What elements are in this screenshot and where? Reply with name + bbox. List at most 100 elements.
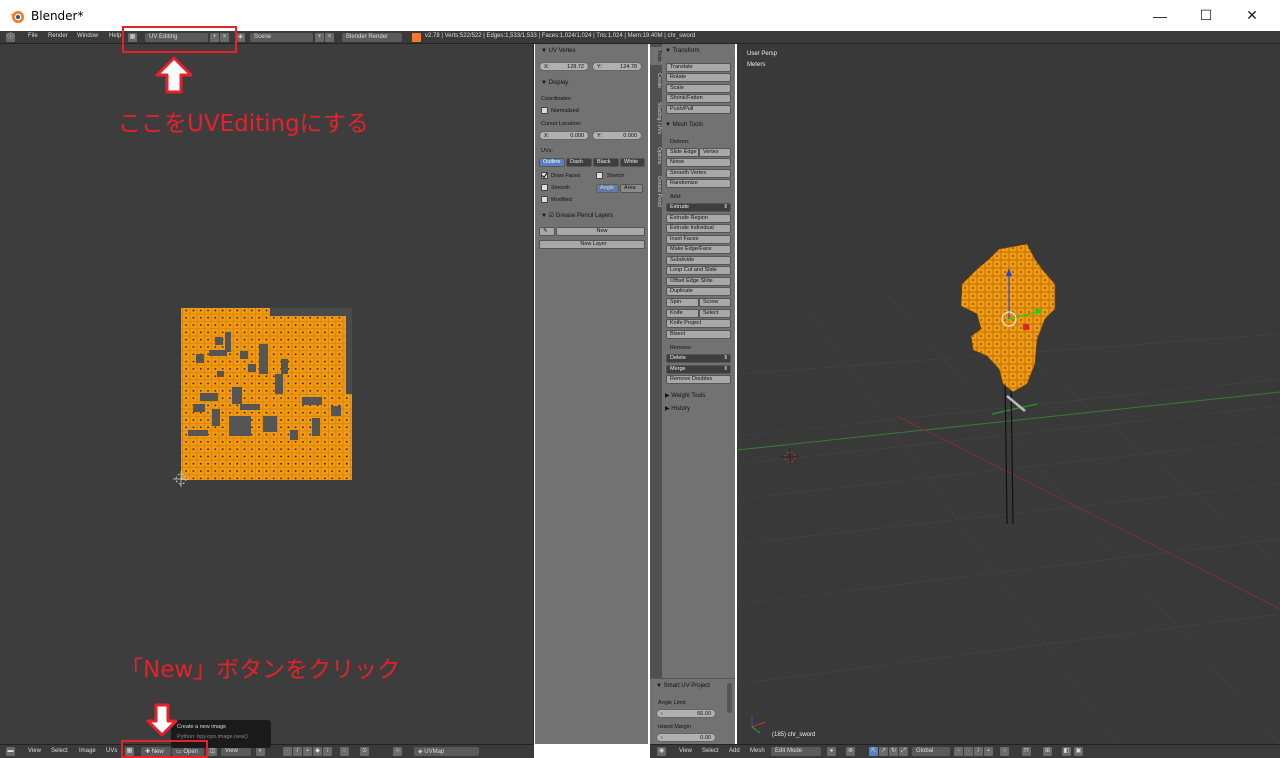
smooth-vertex-button[interactable]: Smooth Vertex [666, 169, 731, 178]
weight-tools-header[interactable]: ▶ Weight Tools [665, 392, 705, 399]
uv-vertex-header[interactable]: ▼ UV Vertex [541, 48, 576, 54]
scale-manipulator-icon[interactable]: ⤢ [899, 747, 908, 756]
delete-scene-icon[interactable]: × [325, 33, 334, 42]
delete-menu[interactable]: Delete ⇕ [666, 354, 731, 363]
scene-field[interactable]: Scene [250, 33, 313, 42]
uv-view-mode-select[interactable]: View [221, 747, 251, 756]
duplicate-button[interactable]: Duplicate [666, 287, 731, 296]
face-select-icon[interactable]: ▪ [303, 747, 312, 756]
uv-mode-black[interactable]: Black [593, 158, 619, 167]
modified-checkbox[interactable] [541, 196, 548, 203]
render-anim-icon[interactable]: ▣ [1074, 747, 1083, 756]
stretch-angle-button[interactable]: Angle [596, 184, 619, 193]
extrude-menu[interactable]: Extrude ⇕ [666, 203, 731, 212]
grease-pencil-new-button[interactable]: New [556, 227, 645, 236]
cursor-x-field[interactable]: X: 0.000 [539, 131, 589, 140]
vertex-select-icon[interactable]: · [283, 747, 292, 756]
stretch-checkbox[interactable] [596, 172, 603, 179]
uv-menu-uvs[interactable]: UVs [106, 748, 117, 754]
smooth-checkbox[interactable] [541, 184, 548, 191]
snap-target-icon[interactable]: ⊹ [393, 747, 402, 756]
mode-select[interactable]: Edit Mode [771, 747, 821, 756]
tab-tools[interactable]: Tools [650, 47, 662, 65]
make-edge-face-button[interactable]: Make Edge/Face [666, 245, 731, 254]
tab-create[interactable]: Create [650, 68, 662, 94]
translate-button[interactable]: Translate [666, 63, 731, 72]
extrude-individual-button[interactable]: Extrude Individual [666, 224, 731, 233]
edge-select-icon[interactable]: / [293, 747, 302, 756]
render-icon[interactable]: ◧ [1062, 747, 1071, 756]
editor-type-3d-icon[interactable]: ◉ [657, 747, 666, 756]
rotate-button[interactable]: Rotate [666, 73, 731, 82]
render-engine-select[interactable]: Blender Render [342, 33, 402, 42]
close-button[interactable]: ✕ [1229, 0, 1275, 31]
vertex-mode-icon[interactable]: · [964, 747, 973, 756]
edge-mode-icon[interactable]: / [974, 747, 983, 756]
cursor-y-field[interactable]: Y: 0.000 [592, 131, 642, 140]
pivot-icon[interactable]: ◐ [256, 747, 265, 756]
increment-snap-icon[interactable]: ⊞ [1043, 747, 1052, 756]
3d-cursor-icon[interactable] [781, 448, 799, 466]
tab-grease-pencil[interactable]: Grease Pencil [650, 173, 662, 211]
knife-select-button[interactable]: Select [699, 309, 731, 318]
screw-button[interactable]: Screw [699, 298, 731, 307]
transform-header[interactable]: ▼ Transform [665, 48, 700, 54]
uvmap-select[interactable]: ◈ UVMap [414, 747, 479, 756]
minimize-button[interactable]: — [1137, 0, 1183, 31]
pivot-point-icon[interactable]: ⊛ [846, 747, 855, 756]
extrude-region-button[interactable]: Extrude Region [666, 214, 731, 223]
pin-image-icon[interactable]: ◫ [208, 747, 217, 756]
uv-mode-dash[interactable]: Dash [566, 158, 592, 167]
proportional-edit-icon[interactable]: ○ [340, 747, 349, 756]
loop-cut-slide-button[interactable]: Loop Cut and Slide [666, 266, 731, 275]
offset-edge-slide-button[interactable]: Offset Edge Slide [666, 277, 731, 286]
viewport-scene[interactable] [737, 44, 1280, 744]
remove-doubles-button[interactable]: Remove Doubles [666, 375, 731, 384]
smart-uv-header[interactable]: ▼ Smart UV Project [656, 683, 710, 689]
shrink-fatten-button[interactable]: Shrink/Fatten [666, 94, 731, 103]
randomize-button[interactable]: Randomize [666, 179, 731, 188]
3d-menu-add[interactable]: Add [729, 748, 740, 754]
push-pull-button[interactable]: Push/Pull [666, 105, 731, 114]
snap-magnet-icon[interactable]: ⊓ [1022, 747, 1031, 756]
3d-menu-mesh[interactable]: Mesh [750, 748, 765, 754]
spin-button[interactable]: Spin [666, 298, 699, 307]
proportional-icon[interactable]: ○ [1000, 747, 1009, 756]
transform-orientation-select[interactable]: Global [912, 747, 950, 756]
layer-icon[interactable]: ▫ [954, 747, 963, 756]
rotate-manipulator-icon[interactable]: ↻ [889, 747, 898, 756]
add-scene-icon[interactable]: + [315, 33, 324, 42]
uv-mode-white[interactable]: White [620, 158, 645, 167]
manipulator-toggle-icon[interactable]: ⇱ [869, 747, 878, 756]
normalized-checkbox[interactable] [541, 107, 548, 114]
shading-solid-icon[interactable]: ● [827, 747, 836, 756]
snap-icon[interactable]: ⊙ [360, 747, 369, 756]
grease-pencil-header[interactable]: ▼ ☑ Grease Pencil Layers [541, 212, 613, 219]
uv-image-editor[interactable] [0, 44, 534, 744]
inset-faces-button[interactable]: Inset Faces [666, 235, 731, 244]
new-layer-button[interactable]: New Layer [539, 240, 645, 249]
mesh-tools-header[interactable]: ▼ Mesh Tools [665, 122, 703, 128]
draw-faces-checkbox[interactable] [541, 172, 548, 179]
tab-options[interactable]: Options [650, 142, 662, 170]
grease-pencil-icon[interactable]: ✎ [539, 227, 555, 236]
3d-menu-view[interactable]: View [679, 748, 692, 754]
menu-render[interactable]: Render [48, 33, 68, 39]
menu-help[interactable]: Help [109, 33, 121, 39]
uv-canvas[interactable] [0, 44, 534, 744]
uv-menu-image[interactable]: Image [79, 748, 96, 754]
scale-button[interactable]: Scale [666, 84, 731, 93]
island-select-icon[interactable]: ◆ [313, 747, 322, 756]
editor-type-uv-icon[interactable]: ▬ [6, 747, 15, 756]
slide-vertex-button[interactable]: Vertex [699, 148, 731, 157]
face-mode-icon[interactable]: ▪ [984, 747, 993, 756]
history-header[interactable]: ▶ History [665, 405, 690, 412]
merge-menu[interactable]: Merge ⇕ [666, 365, 731, 374]
3d-menu-select[interactable]: Select [702, 748, 719, 754]
knife-button[interactable]: Knife [666, 309, 699, 318]
bisect-button[interactable]: Bisect [666, 330, 731, 339]
maximize-button[interactable]: ☐ [1183, 0, 1229, 31]
tab-shading-uvs[interactable]: Shading / UVs [650, 97, 662, 139]
uv-menu-view[interactable]: View [28, 748, 41, 754]
sticky-select-icon[interactable]: ⁝ [323, 747, 332, 756]
